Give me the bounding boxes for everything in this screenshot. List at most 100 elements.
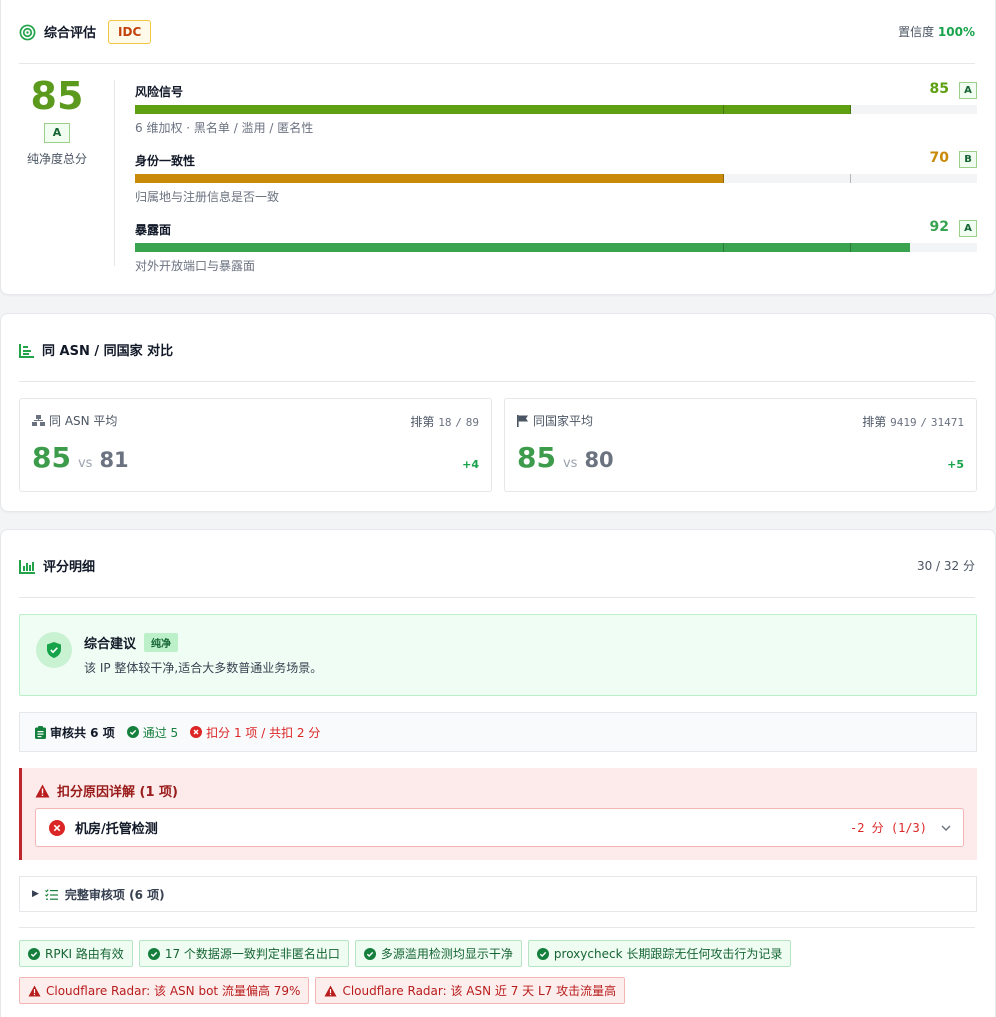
confidence-label: 置信度 [898,25,935,39]
asn-label: 同 ASN 平均 [32,412,117,429]
chip-text: 17 个数据源一致判定非匿名出口 [164,947,340,961]
warn-chip: Cloudflare Radar: 该 ASN bot 流量偏高 79% [19,977,310,1004]
chevron-down-icon[interactable] [941,821,951,835]
metric-identity: 身份一致性 70 B 归属地与注册信息是否一致 [135,150,977,212]
metric-exposure: 暴露面 92 A 对外开放端口与暴露面 [135,219,977,281]
target-icon [19,22,36,41]
asn-vs: vs [77,456,93,471]
asn-average: 81 [99,448,129,472]
chip-text: 多源滥用检测均显示干净 [380,947,513,961]
metric-score: 92 [929,219,949,235]
overview-title: 综合评估 [44,26,97,41]
metric-score: 70 [929,150,949,166]
network-icon [32,414,49,428]
flag-icon [517,414,533,428]
country-compare-box: 同国家平均 排第 9419 / 31471 85 vs 80 +5 [504,398,977,492]
comparison-title: 同 ASN / 同国家 对比 [42,344,174,359]
pass-chip: 17 个数据源一致判定非匿名出口 [138,940,349,967]
advice-title-text: 综合建议 [84,637,137,652]
warning-icon [324,985,337,996]
metric-desc: 归属地与注册信息是否一致 [135,190,280,204]
total-grade: A [44,123,70,143]
confidence-value: 100% [937,25,975,39]
advice-text: 该 IP 整体较干净,适合大多数普通业务场景。 [84,661,323,675]
country-vs: vs [562,456,578,471]
bar-tick [723,243,724,252]
full-audit-toggle[interactable]: ▶ 完整审核项 (6 项) [19,876,977,912]
advice-title: 综合建议 纯净 [84,633,179,652]
country-rank-sep: / [920,416,928,429]
check-circle-icon [147,947,160,960]
warning-icon [35,784,50,797]
clean-badge: 纯净 [144,633,179,652]
metric-bar-fill [135,174,725,183]
details-card: 评分明细 30 / 32 分 综合建议 纯净 该 IP 整体较干净,适合大多数普… [0,529,996,1017]
country-rank: 排第 9419 / 31471 [862,413,964,430]
asn-compare-box: 同 ASN 平均 排第 18 / 89 85 vs 81 +4 [19,398,492,492]
asn-rank-sep: / [455,416,462,429]
comparison-card: 同 ASN / 同国家 对比 同 ASN 平均 排第 18 / 89 85 vs… [0,313,996,512]
bar-chart-icon [19,556,35,575]
bar-tick [723,174,724,183]
metric-name: 身份一致性 [135,154,196,168]
asn-rank-value: 18 [438,416,452,429]
country-score: 85 [517,441,556,474]
x-circle-icon [190,726,203,738]
shield-check-icon [36,632,72,668]
bar-tick [850,105,851,114]
country-diff: +5 [947,458,964,471]
metric-bar [135,243,977,252]
asn-values: 85 vs 81 [32,441,129,474]
details-header: 评分明细 30 / 32 分 [19,534,975,598]
metric-name: 暴露面 [135,223,172,237]
clipboard-icon [35,725,46,739]
deduction-title-text: 扣分原因详解 (1 项) [57,785,178,800]
metric-bar [135,174,977,183]
triangle-right-icon: ▶ [32,889,39,899]
audit-deduct: 扣分 1 项 / 共扣 2 分 [190,724,320,741]
checklist-icon [45,887,65,901]
country-label-text: 同国家平均 [533,414,594,428]
chip-text: Cloudflare Radar: 该 ASN bot 流量偏高 79% [46,984,301,998]
warn-chip: Cloudflare Radar: 该 ASN 近 7 天 L7 攻击流量高 [315,977,626,1004]
deduction-item-datacenter[interactable]: 机房/托管检测 -2 分 (1/3) [35,808,964,847]
country-average: 80 [584,448,614,472]
metric-grade: B [959,151,977,168]
overview-header: 综合评估 IDC 置信度 100% [19,0,975,64]
score-units: 30 / 32 分 [916,559,975,573]
country-values: 85 vs 80 [517,441,614,474]
signal-chips: RPKI 路由有效 17 个数据源一致判定非匿名出口 多源滥用检测均显示干净 p… [19,940,979,1014]
metric-name: 风险信号 [135,85,184,99]
audit-total: 审核共 6 项 [50,725,115,740]
bar-tick [850,243,851,252]
asn-rank-label: 排第 [410,415,435,429]
audit-summary: 审核共 6 项 通过 5 扣分 1 项 / 共扣 2 分 [19,712,977,752]
total-label: 纯净度总分 [26,152,87,166]
metric-bar [135,105,977,114]
pass-chip: 多源滥用检测均显示干净 [354,940,522,967]
audit-pass: 通过 5 [126,724,179,741]
total-score-block: 85 A 纯净度总分 [21,74,93,167]
full-audit-label: 完整审核项 (6 项) [64,887,165,902]
details-title: 评分明细 [43,560,96,575]
check-circle-icon [363,947,376,960]
asn-rank-total: 89 [465,416,479,429]
audit-deduct-text: 扣分 1 项 / 共扣 2 分 [206,725,321,740]
advice-box: 综合建议 纯净 该 IP 整体较干净,适合大多数普通业务场景。 [19,614,977,696]
total-score: 85 [30,74,84,118]
comparison-header: 同 ASN / 同国家 对比 [19,318,975,382]
check-circle-icon [536,947,549,960]
chip-text: proxycheck 长期跟踪无任何攻击行为记录 [553,947,783,961]
audit-pass-text: 通过 5 [142,725,179,740]
asn-rank: 排第 18 / 89 [410,413,479,430]
metric-desc: 对外开放端口与暴露面 [135,259,256,273]
country-rank-value: 9419 [890,416,917,429]
metric-bar-fill [135,105,851,114]
x-circle-icon [49,819,65,836]
asn-score: 85 [32,441,71,474]
warning-icon [28,985,41,996]
chip-text: RPKI 路由有效 [45,947,124,961]
pass-chip: proxycheck 长期跟踪无任何攻击行为记录 [527,940,792,967]
check-circle-icon [126,726,139,738]
metric-grade: A [959,82,977,99]
